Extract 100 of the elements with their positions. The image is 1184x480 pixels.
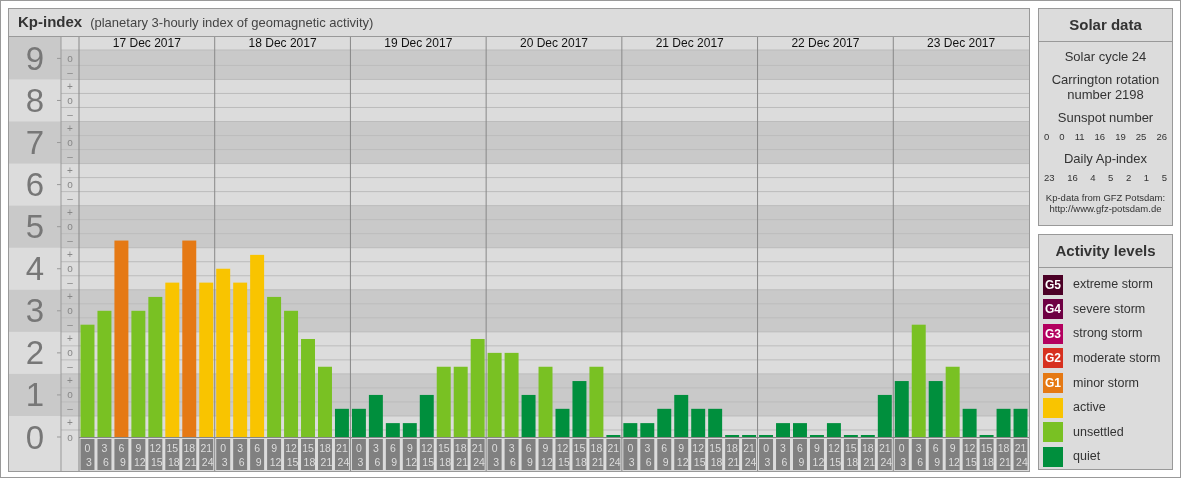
ap-index-value: 1 — [1143, 170, 1150, 185]
time-slot-label: 18 21 — [860, 439, 876, 470]
tick-mark — [56, 142, 62, 144]
kp-bar — [318, 366, 332, 437]
kp-subdivision-label: o — [67, 263, 73, 275]
kp-bar — [894, 381, 909, 437]
time-slot-label: 18 21 — [318, 439, 333, 470]
time-slot-label: 21 24 — [470, 439, 485, 470]
kp-bar — [657, 408, 672, 437]
kp-subdivision-label: – — [67, 193, 73, 205]
date-label: 22 Dec 2017 — [791, 37, 860, 50]
time-slot-label: 12 15 — [148, 439, 163, 470]
ap-index-value: 23 — [1044, 170, 1055, 185]
time-slot-label: 3 6 — [504, 439, 519, 470]
kp-axis-label: 7 — [25, 124, 45, 162]
date-label: 21 Dec 2017 — [655, 37, 724, 50]
time-slot-label: 6 9 — [250, 439, 265, 470]
kp-subdivision-label: o — [67, 431, 73, 443]
kp-bar — [793, 423, 807, 437]
time-slot-label: 3 6 — [97, 439, 112, 470]
time-slot-label: 21 24 — [877, 439, 893, 470]
chart-title: Kp-index — [18, 12, 83, 33]
sunspot-value: 0 — [1059, 129, 1065, 144]
date-label: 17 Dec 2017 — [112, 37, 181, 50]
time-slot-label: 21 24 — [1013, 439, 1028, 470]
time-slot-label: 15 18 — [979, 439, 994, 470]
sunspot-title: Sunspot number — [1057, 110, 1154, 126]
ap-index-title: Daily Ap-index — [1063, 152, 1148, 167]
date-label: 20 Dec 2017 — [519, 37, 589, 50]
kp-subdivision-label: – — [67, 151, 73, 163]
time-slot-label: 9 12 — [538, 439, 553, 470]
time-slot-label: 0 3 — [759, 439, 774, 470]
sunspot-value: 16 — [1094, 129, 1106, 144]
time-slot-label: 0 3 — [894, 439, 909, 470]
level-badge: G3 — [1043, 323, 1063, 344]
kp-bar — [674, 394, 689, 437]
kp-subdivision-label: – — [67, 403, 73, 415]
level-label: moderate storm — [1073, 349, 1161, 367]
tick-mark — [56, 226, 62, 228]
level-label: unsettled — [1073, 423, 1124, 441]
level-badge: G2 — [1043, 348, 1063, 369]
time-slot-label: 15 18 — [436, 439, 452, 470]
kp-subdivision-label: – — [67, 235, 73, 247]
kp-bar — [640, 423, 655, 437]
carrington-text: Carrington rotation number 2198 — [1050, 72, 1161, 103]
ap-index-value: 5 — [1161, 170, 1167, 185]
kp-axis-label: 9 — [25, 39, 45, 77]
kp-subdivision-label: + — [67, 207, 73, 219]
level-label: quiet — [1073, 448, 1101, 466]
kp-subdivision-label: o — [67, 95, 73, 106]
tick-mark — [56, 310, 62, 312]
kp-subdivision-label: + — [67, 291, 73, 303]
level-badge: G4 — [1043, 299, 1063, 320]
time-slot-label: 18 21 — [589, 439, 604, 470]
level-label: minor storm — [1073, 374, 1139, 392]
time-slot-label: 3 6 — [368, 439, 383, 470]
source-url: http://www.gfz-potsdam.de — [1048, 204, 1163, 216]
tick-mark — [56, 184, 62, 186]
kp-bar — [402, 423, 417, 437]
kp-axis-label: 8 — [25, 82, 45, 119]
kp-axis-label: 3 — [25, 292, 45, 330]
time-slot-label: 12 15 — [419, 439, 435, 470]
kp-subdivision-label: – — [67, 319, 73, 331]
level-label: extreme storm — [1073, 276, 1153, 294]
time-slot-label: 15 18 — [301, 439, 316, 470]
kp-bar — [826, 423, 841, 437]
time-slot-label: 21 24 — [742, 439, 757, 470]
chart-subtitle: (planetary 3-hourly index of geomagnetic activity) — [90, 13, 374, 32]
date-label: 19 Dec 2017 — [384, 37, 453, 50]
panel-title: Solar data — [1039, 9, 1172, 42]
time-slot-label: 21 24 — [606, 439, 621, 470]
kp-subdivision-label: + — [67, 80, 73, 92]
sunspot-value: 26 — [1156, 129, 1167, 144]
time-slot-label: 3 6 — [233, 439, 248, 470]
kp-bar — [945, 366, 960, 437]
kp-axis-label: 6 — [25, 166, 45, 204]
kp-subdivision-label: – — [67, 66, 73, 78]
kp-subdivision-label: – — [67, 361, 73, 373]
time-slot-label: 9 12 — [131, 439, 146, 470]
time-slot-label: 15 18 — [572, 439, 587, 470]
ap-index-value: 5 — [1108, 170, 1114, 185]
kp-bar — [436, 366, 451, 437]
kp-bar — [453, 366, 468, 437]
time-slot-label: 18 21 — [725, 439, 740, 470]
kp-subdivision-label: + — [67, 333, 73, 345]
time-slot-label: 6 9 — [928, 439, 943, 470]
time-slot-label: 6 9 — [521, 439, 536, 470]
tick-mark — [56, 100, 62, 101]
sunspot-value: 19 — [1115, 129, 1126, 144]
time-slot-label: 15 18 — [708, 439, 723, 470]
sunspot-value: 25 — [1135, 129, 1147, 144]
time-slot-label: 9 12 — [674, 439, 689, 470]
time-slot-label: 12 15 — [691, 439, 706, 470]
kp-bar — [589, 366, 604, 437]
time-slot-label: 0 3 — [216, 439, 231, 470]
kp-bar — [572, 381, 587, 437]
kp-axis-label: 5 — [25, 208, 45, 246]
time-slot-label: 15 18 — [165, 439, 180, 470]
level-label: severe storm — [1073, 300, 1146, 318]
time-slot-label: 12 15 — [826, 439, 842, 470]
